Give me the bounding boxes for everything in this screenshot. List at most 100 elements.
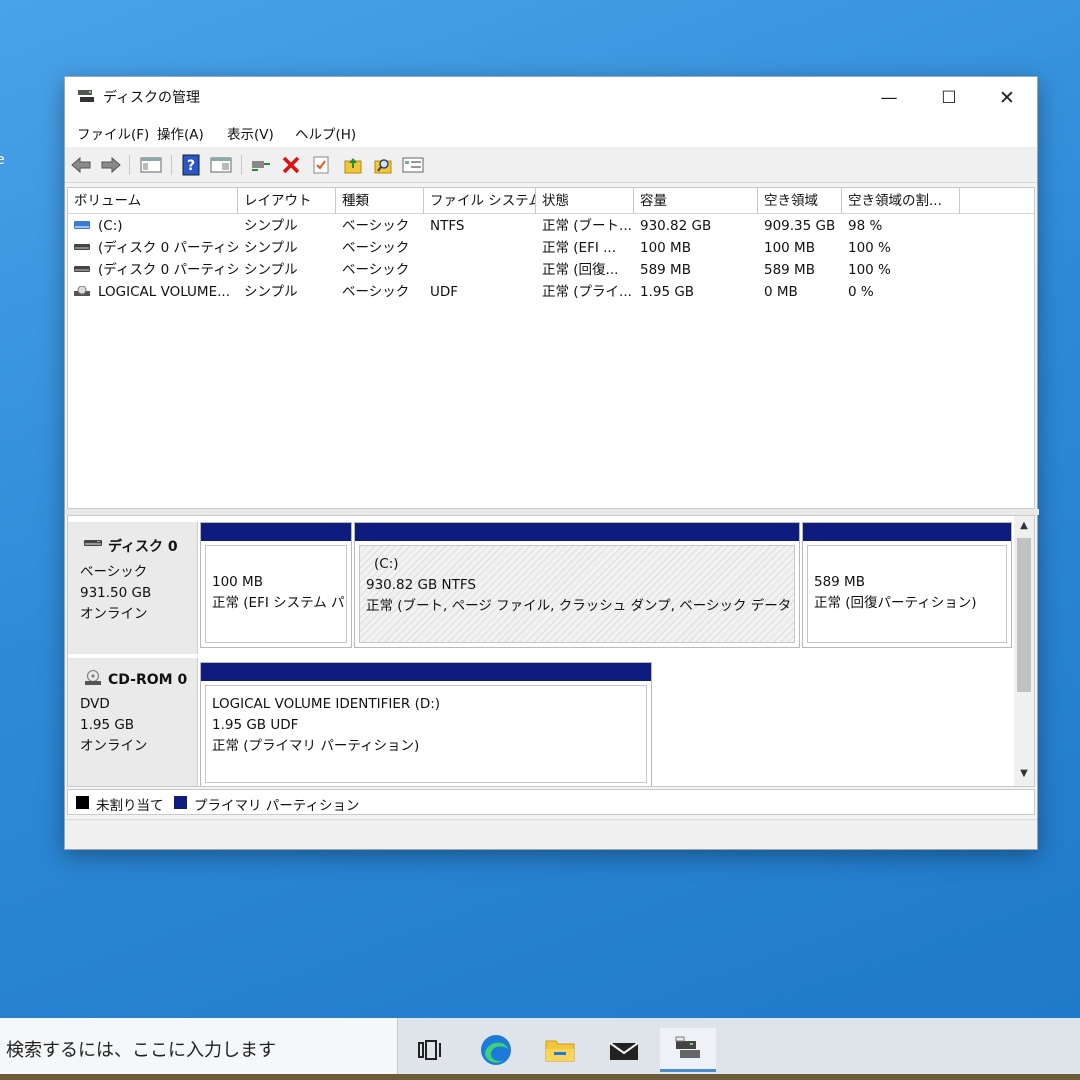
cell-status: 正常 (回復... <box>542 262 619 278</box>
column-header-filesystem[interactable]: ファイル システム <box>424 188 536 214</box>
partition-type-bar <box>201 663 651 681</box>
taskbar: 検索するには、ここに入力します <box>0 1018 1080 1080</box>
partition-recovery[interactable]: 589 MB 正常 (回復パーティション) <box>802 522 1012 648</box>
cell-capacity: 100 MB <box>640 240 691 256</box>
settings-icon[interactable] <box>401 153 425 177</box>
partition-type-bar <box>355 523 799 541</box>
partition-body: 100 MB 正常 (EFI システム パー <box>205 545 347 643</box>
menu-help[interactable]: ヘルプ(H) <box>295 123 356 143</box>
volume-list[interactable]: ボリューム レイアウト 種類 ファイル システム 状態 容量 空き領域 空き領域… <box>67 187 1035 509</box>
partition-size: 1.95 GB UDF <box>212 717 299 733</box>
cell-free-space: 100 MB <box>764 240 815 256</box>
legend: 未割り当て プライマリ パーティション <box>67 789 1035 815</box>
forward-icon[interactable] <box>99 153 123 177</box>
disk-kind: DVD <box>80 696 110 712</box>
scrollbar-thumb[interactable] <box>1017 538 1031 692</box>
disk-name-text: CD-ROM 0 <box>108 672 188 688</box>
volume-row[interactable]: LOGICAL VOLUME... シンプル ベーシック UDF 正常 (プライ… <box>68 281 1034 303</box>
scroll-down-arrow-icon[interactable]: ▼ <box>1014 766 1034 782</box>
disk-management-window: ディスクの管理 — ☐ ✕ ファイル(F) 操作(A) 表示(V) ヘルプ(H)… <box>64 76 1039 850</box>
disk-size: 931.50 GB <box>80 585 152 601</box>
menu-action[interactable]: 操作(A) <box>157 123 204 143</box>
cell-status: 正常 (プライ... <box>542 284 632 300</box>
task-view-icon[interactable] <box>402 1028 458 1072</box>
connect-icon[interactable] <box>249 153 273 177</box>
vertical-scrollbar[interactable]: ▲ ▼ <box>1014 516 1034 786</box>
maximize-button[interactable]: ☐ <box>927 83 971 113</box>
partition-d[interactable]: LOGICAL VOLUME IDENTIFIER (D:) 1.95 GB U… <box>200 662 652 786</box>
volume-row[interactable]: (ディスク 0 パーティショ... シンプル ベーシック 正常 (回復... 5… <box>68 259 1034 281</box>
cell-volume: LOGICAL VOLUME... <box>98 284 230 300</box>
check-icon[interactable] <box>309 153 333 177</box>
back-icon[interactable] <box>69 153 93 177</box>
column-header-free-percent[interactable]: 空き領域の割... <box>842 188 960 214</box>
cell-free-space: 909.35 GB <box>764 218 836 234</box>
partition-status: 正常 (回復パーティション) <box>814 595 977 611</box>
partition-body: LOGICAL VOLUME IDENTIFIER (D:) 1.95 GB U… <box>205 685 647 783</box>
help-icon[interactable]: ? <box>179 153 203 177</box>
cell-free-space: 0 MB <box>764 284 798 300</box>
volume-row[interactable]: (C:) シンプル ベーシック NTFS 正常 (ブート... 930.82 G… <box>68 215 1034 237</box>
volume-list-header: ボリューム レイアウト 種類 ファイル システム 状態 容量 空き領域 空き領域… <box>68 188 1034 214</box>
close-button[interactable]: ✕ <box>985 83 1029 113</box>
cell-type: ベーシック <box>342 262 410 278</box>
cell-volume: (C:) <box>98 218 123 234</box>
disk-kind: ベーシック <box>80 564 148 580</box>
toolbar-separator <box>171 155 172 175</box>
cell-layout: シンプル <box>244 284 298 300</box>
svg-text:?: ? <box>187 158 195 174</box>
partition-body: (C:) 930.82 GB NTFS 正常 (ブート, ページ ファイル, ク… <box>359 545 795 643</box>
cell-volume: (ディスク 0 パーティショ... <box>98 262 238 278</box>
disk-management-icon[interactable] <box>660 1028 716 1072</box>
status-bar <box>65 819 1037 849</box>
menu-view[interactable]: 表示(V) <box>227 123 274 143</box>
window-title: ディスクの管理 <box>103 90 201 106</box>
minimize-button[interactable]: — <box>867 83 911 113</box>
disk-graphical-view[interactable]: ディスク 0 ベーシック 931.50 GB オンライン 100 MB 正常 (… <box>67 515 1035 787</box>
taskbar-search-placeholder: 検索するには、ここに入力します <box>6 1040 276 1061</box>
legend-unallocated: 未割り当て <box>96 798 164 814</box>
cd-rom-icon <box>85 670 101 685</box>
column-header-volume[interactable]: ボリューム <box>68 188 238 214</box>
partition-size: 930.82 GB NTFS <box>366 577 476 593</box>
toolbar: ? <box>65 147 1037 183</box>
partition-type-bar <box>201 523 351 541</box>
partition-c[interactable]: (C:) 930.82 GB NTFS 正常 (ブート, ページ ファイル, ク… <box>354 522 800 648</box>
unallocated-swatch <box>76 796 89 809</box>
cell-filesystem <box>424 259 536 281</box>
properties-icon[interactable] <box>209 153 233 177</box>
scroll-up-arrow-icon[interactable]: ▲ <box>1014 518 1034 534</box>
disk-info-panel[interactable]: ディスク 0 ベーシック 931.50 GB オンライン <box>68 522 198 654</box>
primary-partition-swatch <box>174 796 187 809</box>
column-header-status[interactable]: 状態 <box>536 188 634 214</box>
cd-drive-icon <box>74 286 90 296</box>
taskbar-search-box[interactable]: 検索するには、ここに入力します <box>0 1018 398 1080</box>
cell-status: 正常 (EFI ... <box>542 240 616 256</box>
mail-icon[interactable] <box>596 1028 652 1072</box>
cell-status: 正常 (ブート... <box>542 218 632 234</box>
cell-capacity: 930.82 GB <box>640 218 712 234</box>
file-explorer-icon[interactable] <box>532 1028 588 1072</box>
cell-filesystem: NTFS <box>430 218 465 234</box>
console-tree-icon[interactable] <box>139 153 163 177</box>
column-header-capacity[interactable]: 容量 <box>634 188 758 214</box>
disk-info-panel[interactable]: CD-ROM 0 DVD 1.95 GB オンライン <box>68 658 198 786</box>
partition-efi[interactable]: 100 MB 正常 (EFI システム パー <box>200 522 352 648</box>
title-bar[interactable]: ディスクの管理 — ☐ ✕ <box>65 77 1037 117</box>
volume-row[interactable]: (ディスク 0 パーティショ... シンプル ベーシック 正常 (EFI ...… <box>68 237 1034 259</box>
partition-status: 正常 (プライマリ パーティション) <box>212 738 420 754</box>
toolbar-separator <box>129 155 130 175</box>
partition-status: 正常 (ブート, ページ ファイル, クラッシュ ダンプ, ベーシック データ … <box>366 598 794 614</box>
partition-type-bar <box>803 523 1011 541</box>
column-header-free-space[interactable]: 空き領域 <box>758 188 842 214</box>
disk-row[interactable]: ディスク 0 ベーシック 931.50 GB オンライン 100 MB 正常 (… <box>68 522 1016 654</box>
edge-icon[interactable] <box>468 1028 524 1072</box>
column-header-type[interactable]: 種類 <box>336 188 424 214</box>
menu-file[interactable]: ファイル(F) <box>77 123 149 143</box>
column-header-layout[interactable]: レイアウト <box>238 188 336 214</box>
folder-up-icon[interactable] <box>341 153 365 177</box>
disk-row[interactable]: CD-ROM 0 DVD 1.95 GB オンライン LOGICAL VOLUM… <box>68 658 1016 786</box>
delete-icon[interactable] <box>279 153 303 177</box>
cell-volume: (ディスク 0 パーティショ... <box>98 240 238 256</box>
find-icon[interactable] <box>371 153 395 177</box>
